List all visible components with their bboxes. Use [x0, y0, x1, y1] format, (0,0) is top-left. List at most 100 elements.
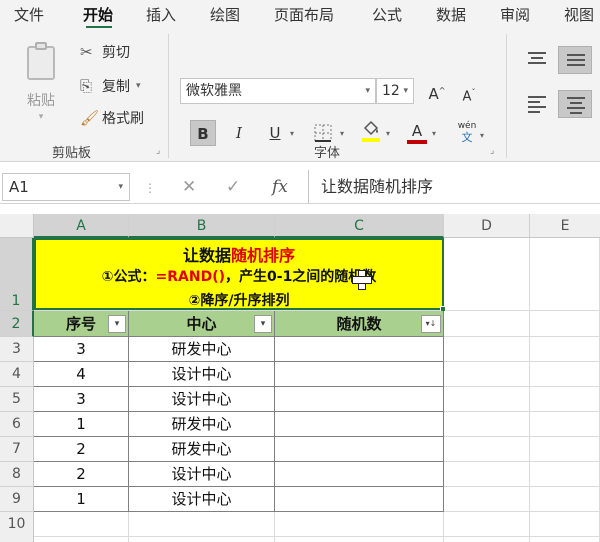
tab-draw[interactable]: 绘图 [210, 4, 240, 25]
column-header-e[interactable]: E [530, 214, 600, 238]
grow-font-button[interactable]: A^ [424, 78, 450, 104]
font-size-select[interactable]: 12 ▾ [376, 78, 414, 104]
align-top-button[interactable] [520, 46, 554, 74]
title-line-3: ②降序/升序排列 [188, 293, 290, 309]
format-painter-label: 格式刷 [102, 111, 144, 127]
chevron-down-icon[interactable]: ▾ [136, 81, 141, 91]
select-all-corner[interactable] [0, 214, 34, 238]
tab-file[interactable]: 文件 [14, 4, 44, 25]
rand-formula-text: =RAND() [155, 269, 226, 285]
gridline [34, 536, 600, 537]
cell-center[interactable]: 研发中心 [129, 337, 275, 362]
font-color-button[interactable]: A [404, 118, 430, 144]
header-cell-random[interactable]: 随机数 ▾↓ [275, 311, 444, 337]
cell-center[interactable]: 设计中心 [129, 487, 275, 512]
italic-button[interactable]: I [226, 120, 252, 146]
dialog-launcher-icon[interactable]: ⌟ [156, 146, 160, 156]
chevron-down-icon[interactable]: ▾ [365, 79, 370, 103]
fill-color-button[interactable] [358, 118, 384, 144]
tab-insert[interactable]: 插入 [146, 4, 176, 25]
cell-random[interactable] [275, 462, 444, 487]
title-highlight-text: 随机排序 [231, 246, 296, 265]
chevron-down-icon[interactable]: ▾ [432, 129, 436, 138]
tab-home[interactable]: 开始 [83, 4, 113, 25]
font-color-swatch [407, 140, 427, 144]
title-line-2: ①公式：=RAND()，产生0-1之间的随机数 [36, 266, 442, 286]
column-header-c[interactable]: C [275, 214, 444, 238]
row-header-10[interactable]: 10 [0, 512, 34, 542]
font-name-select[interactable]: 微软雅黑 ▾ [180, 78, 376, 104]
row-header-3[interactable]: 3 [0, 337, 34, 362]
cell-seq[interactable]: 3 [34, 387, 129, 412]
align-left-button[interactable] [520, 90, 554, 118]
cut-button[interactable]: ✂ 剪切 [80, 40, 130, 64]
shrink-font-button[interactable]: Aˇ [456, 80, 482, 106]
underline-button[interactable]: U [262, 120, 288, 146]
cell-random[interactable] [275, 362, 444, 387]
sort-descending-filter-icon[interactable]: ▾↓ [421, 315, 441, 333]
row-header-8[interactable]: 8 [0, 462, 34, 487]
row-header-9[interactable]: 9 [0, 487, 34, 512]
cell-center[interactable]: 设计中心 [129, 362, 275, 387]
title-merged-cell[interactable]: 让数据随机排序 ①公式：=RAND()，产生0-1之间的随机数 ②降序/升序排列 [34, 238, 444, 310]
cancel-icon[interactable]: ✕ [182, 177, 196, 197]
cell-center[interactable]: 研发中心 [129, 437, 275, 462]
align-center-button[interactable] [558, 90, 592, 118]
cell-center[interactable]: 设计中心 [129, 462, 275, 487]
name-box-value: A1 [9, 178, 29, 196]
chevron-down-icon[interactable]: ▾ [386, 129, 390, 138]
filter-dropdown-icon[interactable]: ▾ [108, 315, 126, 333]
column-header-b[interactable]: B [129, 214, 275, 238]
row-header-1[interactable]: 1 [0, 238, 34, 311]
formula-input[interactable]: 让数据随机排序 [308, 170, 600, 204]
column-header-a[interactable]: A [34, 214, 129, 238]
row-header-6[interactable]: 6 [0, 412, 34, 437]
cell-seq[interactable]: 4 [34, 362, 129, 387]
filter-dropdown-icon[interactable]: ▾ [254, 315, 272, 333]
cell-random[interactable] [275, 337, 444, 362]
chevron-down-icon[interactable]: ▾ [340, 129, 344, 138]
insert-function-icon[interactable]: fx [272, 177, 288, 197]
format-painter-button[interactable]: 🖌 格式刷 [80, 106, 144, 130]
cell-center[interactable]: 研发中心 [129, 412, 275, 437]
dialog-launcher-icon[interactable]: ⌟ [490, 146, 494, 156]
cell-seq[interactable]: 2 [34, 462, 129, 487]
formula-step-prefix: ①公式： [101, 269, 156, 285]
chevron-down-icon[interactable]: ▾ [290, 129, 294, 138]
cell-seq[interactable]: 2 [34, 437, 129, 462]
cell-random[interactable] [275, 487, 444, 512]
paste-button[interactable]: 粘贴 ▾ [18, 42, 64, 132]
row-header-5[interactable]: 5 [0, 387, 34, 412]
row-header-2[interactable]: 2 [0, 311, 34, 337]
header-cell-center[interactable]: 中心 ▾ [129, 311, 275, 337]
tab-view[interactable]: 视图 [564, 4, 594, 25]
chevron-down-icon[interactable]: ▾ [18, 112, 64, 122]
cell-seq[interactable]: 3 [34, 337, 129, 362]
copy-button[interactable]: ⎘ 复制 ▾ [80, 74, 141, 98]
cell-random[interactable] [275, 412, 444, 437]
column-header-d[interactable]: D [444, 214, 530, 238]
copy-label: 复制 [102, 79, 130, 95]
cell-seq[interactable]: 1 [34, 487, 129, 512]
cell-random[interactable] [275, 437, 444, 462]
chevron-down-icon[interactable]: ▾ [480, 131, 484, 140]
row-header-4[interactable]: 4 [0, 362, 34, 387]
bold-button[interactable]: B [190, 120, 216, 146]
tab-data[interactable]: 数据 [436, 4, 466, 25]
enter-icon[interactable]: ✓ [226, 177, 240, 197]
phonetic-guide-button[interactable]: wén 文 [452, 120, 482, 146]
cell-center[interactable]: 设计中心 [129, 387, 275, 412]
header-cell-seq[interactable]: 序号 ▾ [34, 311, 129, 337]
cell-random[interactable] [275, 387, 444, 412]
cell-seq[interactable]: 1 [34, 412, 129, 437]
chevron-down-icon[interactable]: ▾ [403, 79, 408, 103]
name-box[interactable]: A1 ▾ [2, 173, 130, 201]
chevron-down-icon[interactable]: ▾ [118, 174, 123, 200]
tab-page-layout[interactable]: 页面布局 [274, 4, 334, 25]
paintbrush-icon: 🖌 [80, 109, 100, 127]
tab-review[interactable]: 审阅 [500, 4, 530, 25]
font-name-value: 微软雅黑 [186, 83, 242, 99]
align-middle-button[interactable] [558, 46, 592, 74]
row-header-7[interactable]: 7 [0, 437, 34, 462]
tab-formulas[interactable]: 公式 [372, 4, 402, 25]
